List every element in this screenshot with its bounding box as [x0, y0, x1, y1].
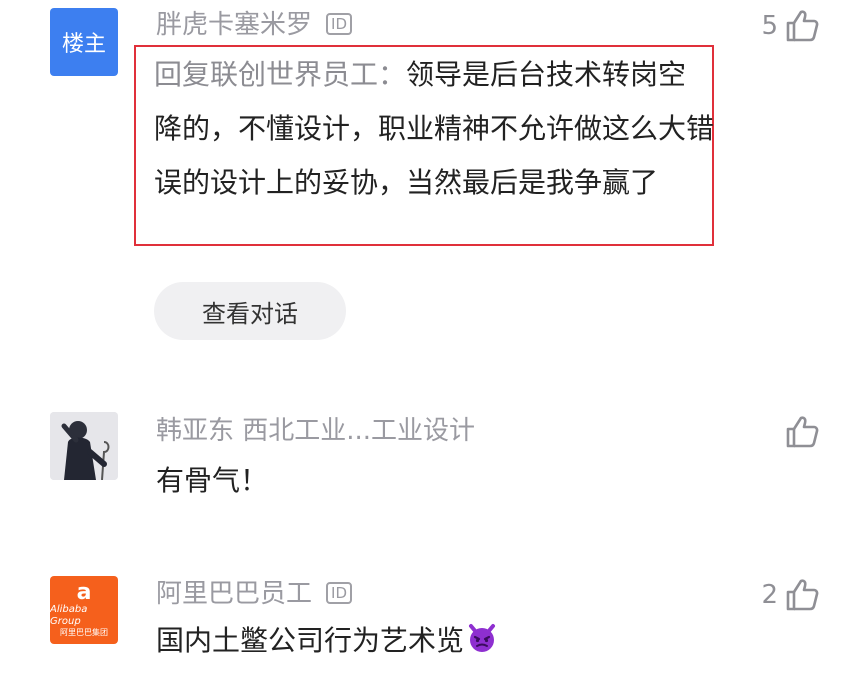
- username[interactable]: 韩亚东 西北工业...工业设计: [156, 414, 475, 448]
- reply-text: 回复联创世界员工：领导是后台技术转岗空降的，不懂设计，职业精神不允许做这么大错误…: [154, 48, 714, 210]
- username[interactable]: 胖虎卡塞米罗 ID: [156, 8, 352, 42]
- like-button[interactable]: [778, 414, 820, 450]
- username[interactable]: 阿里巴巴员工 ID: [156, 577, 352, 611]
- alibaba-logo-en: Alibaba Group: [50, 604, 88, 627]
- username-text: 阿里巴巴员工: [156, 579, 313, 609]
- comment-text-row: 国内土鳖公司行为艺术览: [156, 614, 498, 668]
- avatar-alibaba[interactable]: a Alibaba Group 阿里巴巴集团: [50, 576, 118, 644]
- id-badge: ID: [326, 13, 352, 35]
- host-label: 楼主: [61, 32, 106, 57]
- thumbs-up-icon: [786, 10, 819, 42]
- reply-prefix: 回复联创世界员工：: [154, 58, 407, 91]
- thumbs-up-icon: [786, 416, 819, 448]
- comment-text: 国内土鳖公司行为艺术览: [156, 624, 465, 657]
- view-conversation-button[interactable]: 查看对话: [154, 282, 346, 340]
- thumbs-up-icon: [786, 579, 819, 611]
- alibaba-logo-mark: a: [76, 580, 92, 605]
- devil-face-emoji: [469, 624, 496, 652]
- person-photo-icon: [50, 412, 118, 480]
- avatar-host[interactable]: 楼主: [50, 8, 118, 76]
- like-count: 5: [761, 11, 778, 41]
- like-button[interactable]: 2: [761, 577, 820, 613]
- username-text: 胖虎卡塞米罗: [156, 10, 313, 40]
- alibaba-logo-cn: 阿里巴巴集团: [60, 628, 108, 637]
- id-badge: ID: [326, 582, 352, 604]
- comment-text: 有骨气！: [156, 464, 269, 497]
- like-count: 2: [761, 580, 778, 610]
- like-button[interactable]: 5: [761, 8, 820, 44]
- avatar-photo[interactable]: [50, 412, 118, 480]
